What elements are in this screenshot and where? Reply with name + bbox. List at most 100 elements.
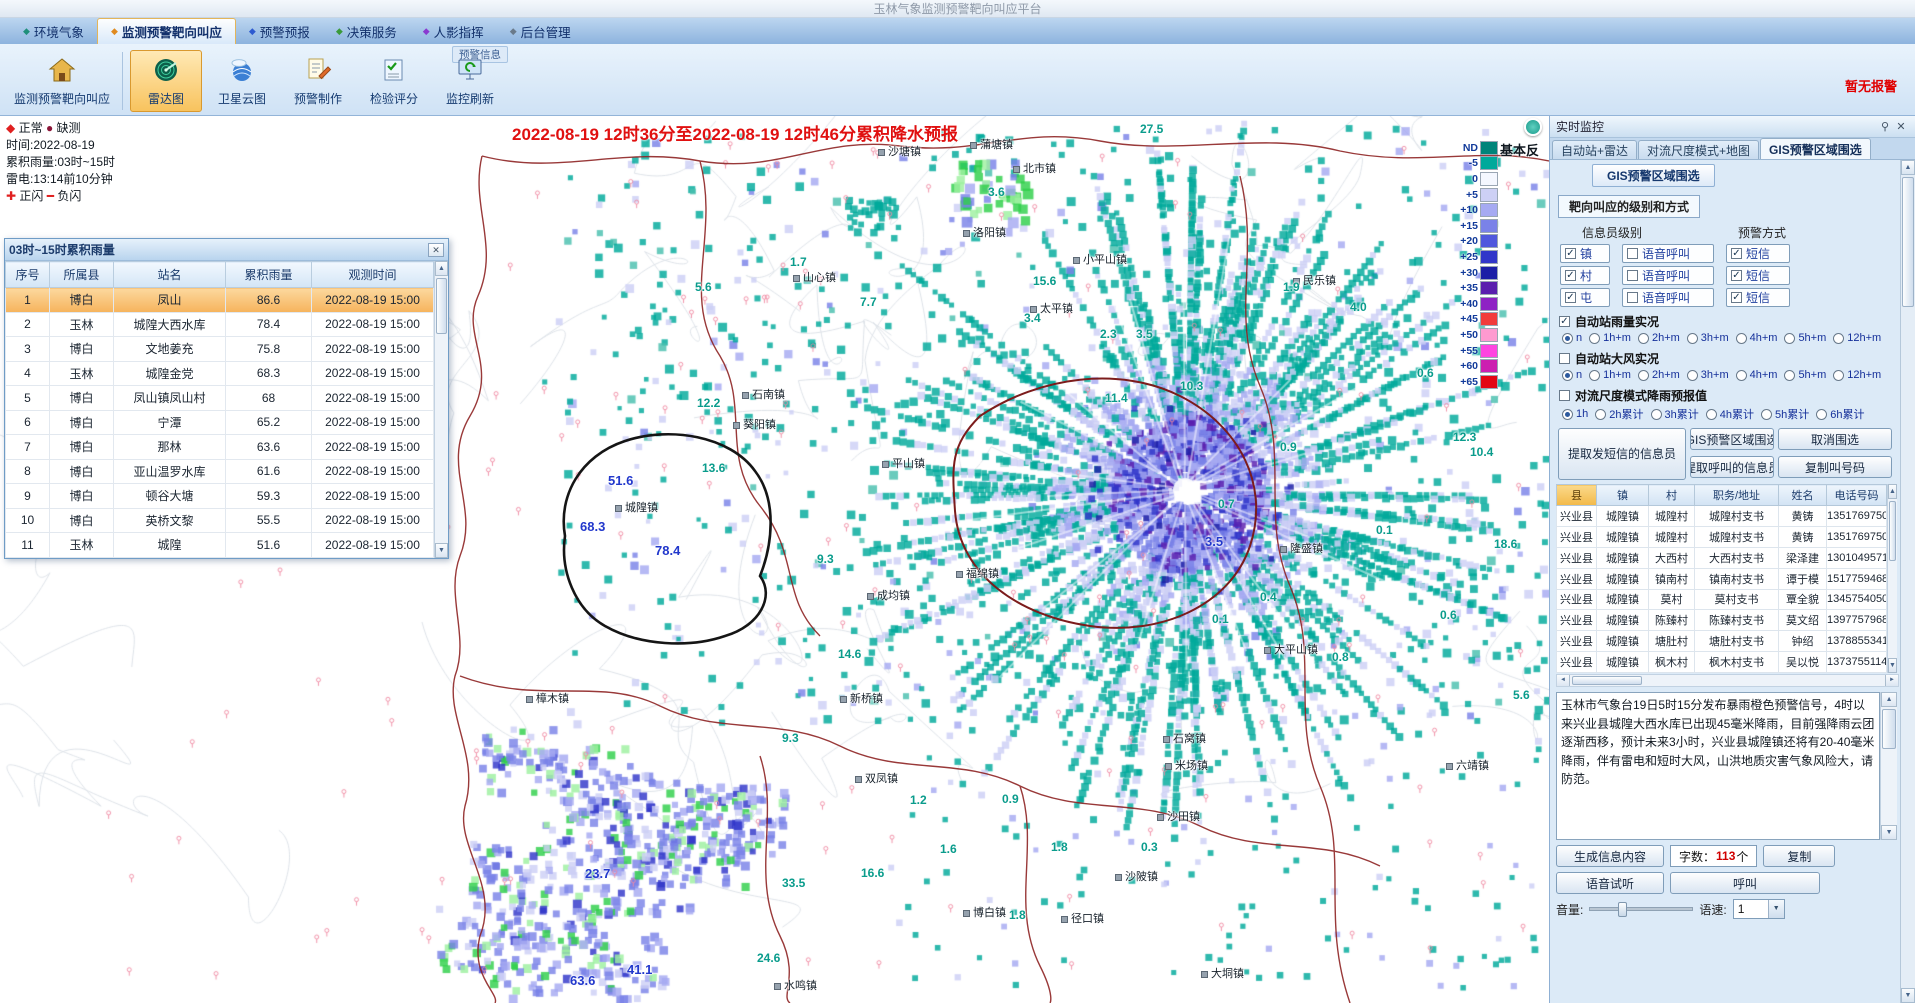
scrollbar-thumb[interactable] bbox=[1882, 709, 1896, 749]
panel-tab-对流尺度模式+地图[interactable]: 对流尺度模式+地图 bbox=[1638, 140, 1759, 159]
scroll-up-button[interactable]: ▲ bbox=[1888, 484, 1897, 499]
scroll-down-button[interactable]: ▼ bbox=[1888, 658, 1897, 673]
menu-item-预警预报[interactable]: ◆预警预报 bbox=[236, 18, 323, 44]
panel-tab-自动站+雷达[interactable]: 自动站+雷达 bbox=[1552, 140, 1637, 159]
radio-button[interactable] bbox=[1784, 333, 1795, 344]
voice-preview-button[interactable]: 语音试听 bbox=[1556, 872, 1664, 894]
volume-slider-thumb[interactable] bbox=[1618, 902, 1627, 917]
rain-table-row[interactable]: 2玉林城隍大西水库78.42022-08-19 15:00 bbox=[6, 312, 434, 337]
radio-button[interactable] bbox=[1562, 409, 1573, 420]
contact-row[interactable]: 兴业县城隍镇莫村莫村支书覃全貌1345754050 bbox=[1557, 589, 1887, 610]
contact-header-cell[interactable]: 职务/地址 bbox=[1695, 485, 1779, 506]
contact-row[interactable]: 兴业县城隍镇城隍村城隍村支书黄铸1351769750 bbox=[1557, 526, 1887, 547]
scroll-up-button[interactable]: ▲ bbox=[1881, 692, 1897, 707]
voice-call-chip[interactable]: 语音呼叫 bbox=[1622, 244, 1714, 263]
level-chip[interactable]: 屯 bbox=[1560, 288, 1610, 307]
voice-call-chip[interactable]: 语音呼叫 bbox=[1622, 266, 1714, 285]
option-3h+m[interactable]: 3h+m bbox=[1687, 369, 1729, 381]
message-scrollbar[interactable]: ▲ ▼ bbox=[1880, 692, 1897, 840]
speed-select[interactable]: 1 ▼ bbox=[1733, 899, 1785, 919]
radio-button[interactable] bbox=[1833, 333, 1844, 344]
call-button[interactable]: 呼叫 bbox=[1670, 872, 1820, 894]
scroll-down-button[interactable]: ▼ bbox=[435, 543, 448, 558]
contact-row[interactable]: 兴业县城隍镇陈臻村陈臻村支书莫文绍1397757968 bbox=[1557, 610, 1887, 631]
ribbon-button-检验评分[interactable]: 检验评分 bbox=[358, 50, 430, 112]
rain-table-row[interactable]: 5博白凤山镇凤山村682022-08-19 15:00 bbox=[6, 386, 434, 411]
radio-button[interactable] bbox=[1638, 370, 1649, 381]
sms-checkbox[interactable] bbox=[1731, 292, 1742, 303]
rain-table-row[interactable]: 7博白那林63.62022-08-19 15:00 bbox=[6, 435, 434, 460]
option-2h+m[interactable]: 2h+m bbox=[1638, 369, 1680, 381]
radio-button[interactable] bbox=[1784, 370, 1795, 381]
ribbon-button-雷达图[interactable]: 雷达图 bbox=[130, 50, 202, 112]
level-checkbox[interactable] bbox=[1565, 270, 1576, 281]
option-5h+m[interactable]: 5h+m bbox=[1784, 369, 1826, 381]
generate-message-button[interactable]: 生成信息内容 bbox=[1556, 845, 1664, 867]
panel-scrollbar[interactable]: ▲ ▼ bbox=[1900, 160, 1915, 1003]
cancel-select-button[interactable]: 取消围选 bbox=[1778, 428, 1892, 450]
contact-row[interactable]: 兴业县城隍镇城隍村城隍村支书黄铸1351769750 bbox=[1557, 506, 1887, 527]
sms-chip[interactable]: 短信 bbox=[1726, 288, 1790, 307]
contact-header-cell[interactable]: 姓名 bbox=[1779, 485, 1827, 506]
extract-sms-button[interactable]: 提取发短信的信息员 bbox=[1558, 428, 1686, 480]
map-area[interactable]: 沙塘镇蒲塘镇北市镇洛阳镇小平山镇山心镇民乐镇太平镇石南镇葵阳镇平山镇城隍镇福绵镇… bbox=[0, 116, 1549, 1003]
radio-button[interactable] bbox=[1651, 409, 1662, 420]
radio-button[interactable] bbox=[1562, 333, 1573, 344]
option-5h累计[interactable]: 5h累计 bbox=[1761, 406, 1809, 422]
rain-table-header-cell[interactable]: 观测时间 bbox=[312, 262, 434, 288]
rain-table-row[interactable]: 11玉林城隍51.62022-08-19 15:00 bbox=[6, 533, 434, 558]
rain-table-header-cell[interactable]: 累积雨量 bbox=[226, 262, 312, 288]
map-zoom-button[interactable] bbox=[1524, 118, 1542, 136]
sms-checkbox[interactable] bbox=[1731, 248, 1742, 259]
panel-close-button[interactable]: ✕ bbox=[1893, 119, 1909, 135]
rain-table-header-cell[interactable]: 所属县 bbox=[50, 262, 114, 288]
menu-item-决策服务[interactable]: ◆决策服务 bbox=[323, 18, 410, 44]
gis-select-button[interactable]: GIS预警区域围选 bbox=[1690, 428, 1774, 450]
volume-slider[interactable] bbox=[1589, 907, 1693, 911]
option-1h+m[interactable]: 1h+m bbox=[1589, 369, 1631, 381]
ribbon-button-监测预警靶向叫应[interactable]: 监测预警靶向叫应 bbox=[6, 50, 118, 112]
extract-call-button[interactable]: 提取呼叫的信息员 bbox=[1690, 456, 1774, 478]
rain-window-titlebar[interactable]: 03时~15时累积雨量 ✕ bbox=[5, 239, 448, 261]
rain-table-scrollbar[interactable]: ▲ ▼ bbox=[434, 261, 448, 558]
radio-button[interactable] bbox=[1562, 370, 1573, 381]
level-checkbox[interactable] bbox=[1565, 248, 1576, 259]
radio-button[interactable] bbox=[1706, 409, 1717, 420]
rain-table-row[interactable]: 9博白顿谷大塘59.32022-08-19 15:00 bbox=[6, 484, 434, 509]
scroll-down-button[interactable]: ▼ bbox=[1901, 988, 1915, 1003]
copy-button[interactable]: 复制 bbox=[1763, 845, 1835, 867]
scrollbar-thumb[interactable] bbox=[1902, 177, 1914, 307]
option-1h[interactable]: 1h bbox=[1562, 408, 1588, 420]
wind-live-checkbox[interactable] bbox=[1559, 353, 1570, 364]
option-4h+m[interactable]: 4h+m bbox=[1736, 332, 1778, 344]
gis-subtab-button[interactable]: GIS预警区域围选 bbox=[1592, 164, 1715, 187]
radio-button[interactable] bbox=[1687, 333, 1698, 344]
radio-button[interactable] bbox=[1589, 370, 1600, 381]
voice-call-checkbox[interactable] bbox=[1627, 270, 1638, 281]
contact-header-cell[interactable]: 镇 bbox=[1597, 485, 1649, 506]
scroll-up-button[interactable]: ▲ bbox=[1901, 160, 1915, 175]
voice-call-chip[interactable]: 语音呼叫 bbox=[1622, 288, 1714, 307]
scrollbar-thumb[interactable] bbox=[436, 278, 447, 334]
scrollbar-thumb[interactable] bbox=[1889, 501, 1896, 561]
option-3h累计[interactable]: 3h累计 bbox=[1651, 406, 1699, 422]
pin-icon[interactable]: ⚲ bbox=[1877, 119, 1893, 135]
option-12h+m[interactable]: 12h+m bbox=[1833, 332, 1881, 344]
rain-live-checkbox[interactable] bbox=[1559, 316, 1570, 327]
radio-button[interactable] bbox=[1595, 409, 1606, 420]
chevron-down-icon[interactable]: ▼ bbox=[1768, 900, 1784, 918]
option-12h+m[interactable]: 12h+m bbox=[1833, 369, 1881, 381]
sms-checkbox[interactable] bbox=[1731, 270, 1742, 281]
contact-row[interactable]: 兴业县城隍镇大西村大西村支书梁泽建1301049571 bbox=[1557, 547, 1887, 568]
menu-item-后台管理[interactable]: ◆后台管理 bbox=[497, 18, 584, 44]
contact-table-scrollbar[interactable]: ▲ ▼ bbox=[1887, 484, 1897, 673]
level-checkbox[interactable] bbox=[1565, 292, 1576, 303]
radio-button[interactable] bbox=[1687, 370, 1698, 381]
menu-item-环境气象[interactable]: ◆环境气象 bbox=[10, 18, 97, 44]
rain-table-row[interactable]: 3博白文地姜充75.82022-08-19 15:00 bbox=[6, 337, 434, 362]
voice-call-checkbox[interactable] bbox=[1627, 248, 1638, 259]
contact-header-cell[interactable]: 电话号码 bbox=[1827, 485, 1887, 506]
contact-header-cell[interactable]: 村 bbox=[1649, 485, 1695, 506]
menu-item-人影指挥[interactable]: ◆人影指挥 bbox=[410, 18, 497, 44]
ribbon-button-预警制作[interactable]: 预警制作 bbox=[282, 50, 354, 112]
